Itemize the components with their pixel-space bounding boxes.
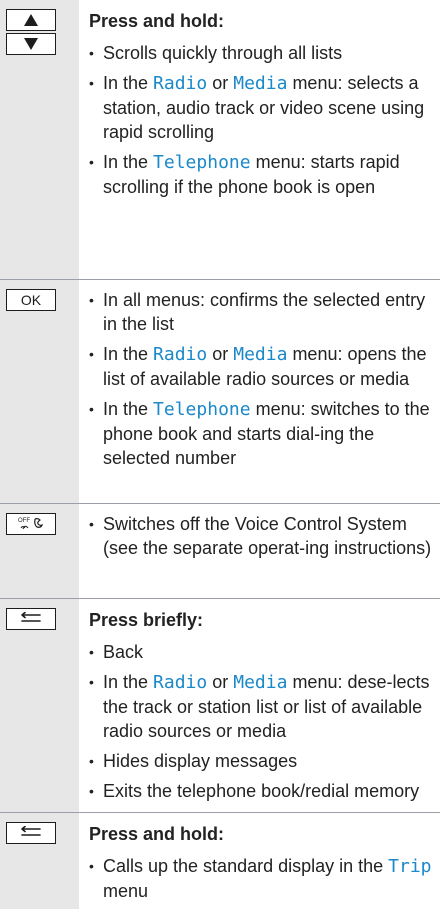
bullet-item: Calls up the standard display in the Tri… bbox=[89, 854, 434, 903]
voice-control-off-icon: OFF bbox=[17, 516, 45, 533]
back-icon bbox=[19, 611, 43, 627]
bullet-item: Hides display messages bbox=[89, 749, 434, 773]
menu-name: Radio bbox=[153, 671, 208, 693]
menu-name: Media bbox=[233, 671, 288, 693]
bullet-text: Switches off the Voice Control System (s… bbox=[103, 514, 432, 559]
key-column bbox=[0, 813, 79, 909]
key-symbol: OFF bbox=[6, 513, 56, 536]
bullet-item: Back bbox=[89, 640, 434, 664]
menu-name: Media bbox=[233, 344, 288, 366]
bullet-text: In the bbox=[103, 344, 154, 365]
bullet-list: Calls up the standard display in the Tri… bbox=[89, 854, 434, 903]
key-symbol bbox=[6, 9, 56, 31]
bullet-text: menu bbox=[103, 881, 149, 902]
row-heading: Press and hold: bbox=[89, 11, 225, 31]
key-column bbox=[0, 598, 79, 813]
key-label: OK bbox=[20, 292, 42, 309]
table-row: Press briefly: Back In the Radio or Media … bbox=[0, 598, 440, 814]
bullet-item: Exits the telephone book/redial memory bbox=[89, 779, 434, 803]
bullet-text: or bbox=[207, 73, 234, 93]
bullet-text: or bbox=[207, 344, 234, 365]
bullet-item: In the Telephone menu: starts rapid scro… bbox=[89, 150, 434, 199]
description-column: Press and hold: Calls up the standard dis… bbox=[79, 813, 440, 909]
menu-name: Trip bbox=[388, 856, 432, 878]
back-icon bbox=[19, 825, 43, 841]
table-row: OFF Switches off the Voice Control System… bbox=[0, 504, 440, 599]
menu-name: Radio bbox=[153, 73, 208, 94]
bullet-text: In the bbox=[103, 152, 154, 172]
bullet-text: Hides display messages bbox=[103, 750, 298, 771]
bullet-text: In the bbox=[103, 671, 154, 692]
bullet-item: Scrolls quickly through all lists bbox=[89, 41, 434, 65]
up-arrow-icon bbox=[24, 14, 38, 26]
bullet-text: Calls up the standard display in the bbox=[103, 856, 389, 877]
bullet-list: In all menus: confirms the selected entr… bbox=[89, 288, 434, 470]
key-column: OK bbox=[0, 280, 79, 504]
key-function-table: Press and hold: Scrolls quickly through a… bbox=[0, 0, 440, 909]
key-symbol: OK bbox=[6, 289, 56, 312]
bullet-text: Exits the telephone book/redial memory bbox=[103, 780, 420, 801]
description-column: Press briefly: Back In the Radio or Media … bbox=[79, 599, 440, 812]
bullet-item: In the Radio or Media menu: opens the li… bbox=[89, 342, 434, 391]
key-column bbox=[0, 0, 79, 280]
key-column: OFF bbox=[0, 504, 79, 598]
svg-text:OFF: OFF bbox=[18, 518, 30, 524]
down-arrow-icon bbox=[24, 38, 38, 50]
bullet-item: In the Radio or Media menu: dese-lects t… bbox=[89, 670, 434, 743]
bullet-list: Scrolls quickly through all lists In the … bbox=[89, 41, 434, 199]
description-column: In all menus: confirms the selected entr… bbox=[79, 280, 440, 503]
description-column: Switches off the Voice Control System (s… bbox=[79, 504, 440, 597]
bullet-item: In the Telephone menu: switches to the p… bbox=[89, 397, 434, 470]
key-symbol bbox=[6, 607, 56, 630]
bullet-text: In the bbox=[103, 73, 154, 93]
row-heading: Press and hold: bbox=[89, 824, 225, 845]
bullet-text: In the bbox=[103, 399, 154, 420]
bullet-text: In all menus: confirms the selected entr… bbox=[103, 290, 426, 335]
menu-name: Telephone bbox=[153, 399, 251, 421]
table-row: Press and hold: Scrolls quickly through a… bbox=[0, 0, 440, 281]
menu-name: Radio bbox=[153, 344, 208, 366]
table-row: Press and hold: Calls up the standard dis… bbox=[0, 813, 440, 909]
bullet-item: Switches off the Voice Control System (s… bbox=[89, 512, 434, 560]
bullet-text: Back bbox=[103, 641, 144, 662]
bullet-text: Scrolls quickly through all lists bbox=[103, 43, 343, 63]
bullet-item: In the Radio or Media menu: selects a st… bbox=[89, 71, 434, 144]
menu-name: Telephone bbox=[153, 152, 251, 173]
menu-name: Media bbox=[233, 73, 288, 94]
bullet-item: In all menus: confirms the selected entr… bbox=[89, 288, 434, 336]
bullet-list: Switches off the Voice Control System (s… bbox=[89, 512, 434, 560]
description-column: Press and hold: Scrolls quickly through a… bbox=[79, 0, 440, 279]
key-symbol bbox=[6, 33, 56, 55]
row-heading: Press briefly: bbox=[89, 609, 204, 630]
key-symbol bbox=[6, 822, 56, 845]
bullet-text: or bbox=[207, 671, 234, 692]
bullet-list: Back In the Radio or Media menu: dese-lec… bbox=[89, 640, 434, 803]
table-row: OK In all menus: confirms the selected en… bbox=[0, 280, 440, 505]
